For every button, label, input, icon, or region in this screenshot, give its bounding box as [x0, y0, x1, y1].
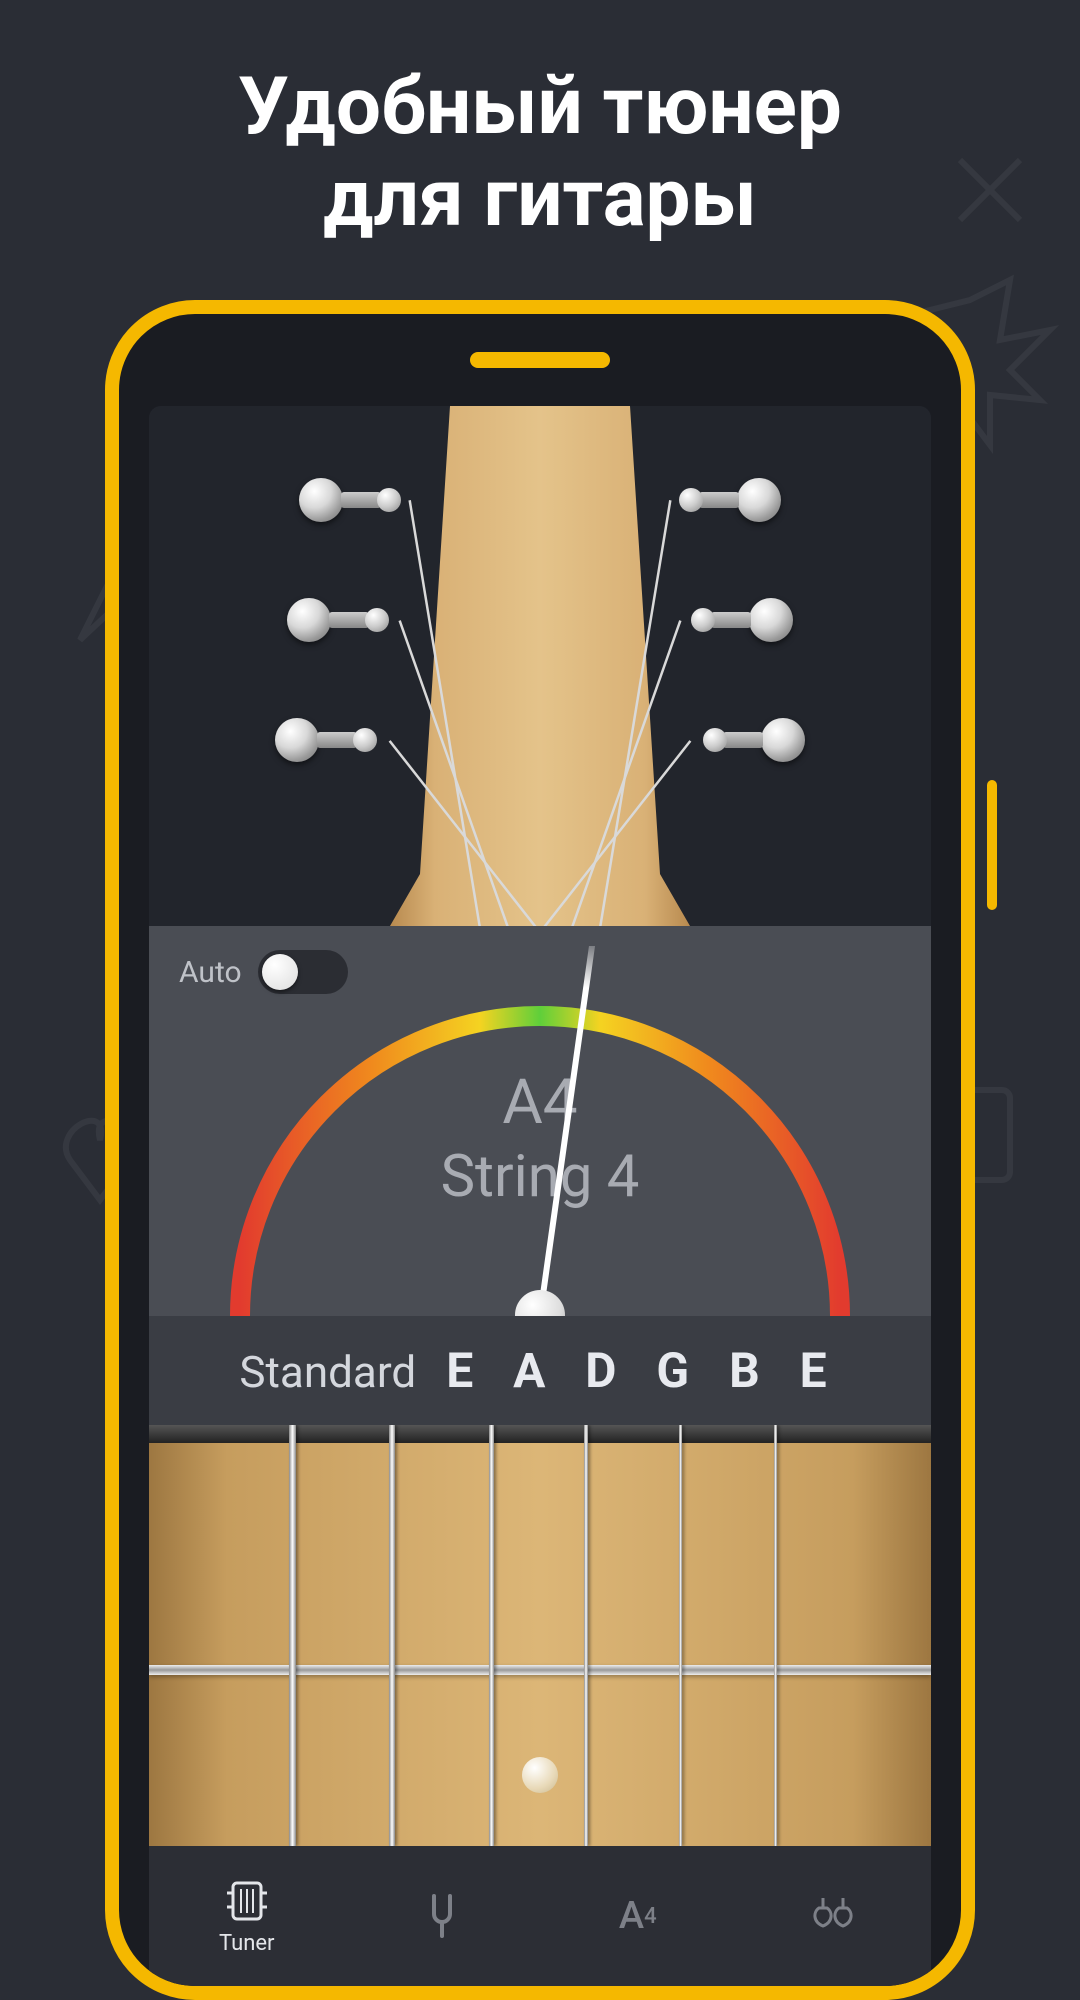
tuner-panel: Auto [149, 926, 931, 1425]
detected-string: String 4 [441, 1143, 640, 1211]
tuning-selector[interactable]: Standard E A D G B E [149, 1316, 931, 1425]
headstock-wood [390, 406, 690, 926]
tuning-notes: E A D G B E [446, 1342, 840, 1399]
pitch-icon: A4 [614, 1892, 662, 1940]
fretboard[interactable] [149, 1425, 931, 1846]
nav-instruments[interactable] [736, 1846, 932, 1986]
tuning-peg[interactable] [299, 476, 379, 524]
string[interactable] [289, 1425, 296, 1846]
tuning-name: Standard [239, 1346, 416, 1398]
guitars-icon [809, 1892, 857, 1940]
string[interactable] [489, 1425, 494, 1846]
nav-tuning-fork[interactable] [345, 1846, 541, 1986]
phone-frame: Auto [105, 300, 975, 2000]
nav-pitch[interactable]: A4 [540, 1846, 736, 1986]
guitar-headstock-area [149, 406, 931, 926]
tuning-peg[interactable] [275, 716, 355, 764]
string[interactable] [679, 1425, 682, 1846]
nav-tuner[interactable]: Tuner [149, 1846, 345, 1986]
phone-side-button [987, 780, 997, 910]
string[interactable] [389, 1425, 395, 1846]
tuning-fork-icon [418, 1892, 466, 1940]
string[interactable] [584, 1425, 588, 1846]
tuning-peg[interactable] [287, 596, 367, 644]
tuning-peg[interactable] [725, 716, 805, 764]
tuning-peg[interactable] [713, 596, 793, 644]
app-screen: Auto [149, 406, 931, 1986]
auto-label: Auto [179, 955, 242, 990]
bottom-nav: Tuner A4 [149, 1846, 931, 1986]
tuning-gauge: A4 String 4 [149, 946, 931, 1316]
tuner-icon [223, 1877, 271, 1925]
nut [149, 1425, 931, 1443]
auto-toggle[interactable] [258, 950, 348, 994]
string[interactable] [774, 1425, 777, 1846]
tuning-peg[interactable] [701, 476, 781, 524]
detected-note: A4 [441, 1066, 640, 1139]
phone-speaker [470, 352, 610, 368]
nav-tuner-label: Tuner [219, 1931, 275, 1956]
fret-marker-dot [522, 1757, 558, 1793]
fret [149, 1665, 931, 1675]
